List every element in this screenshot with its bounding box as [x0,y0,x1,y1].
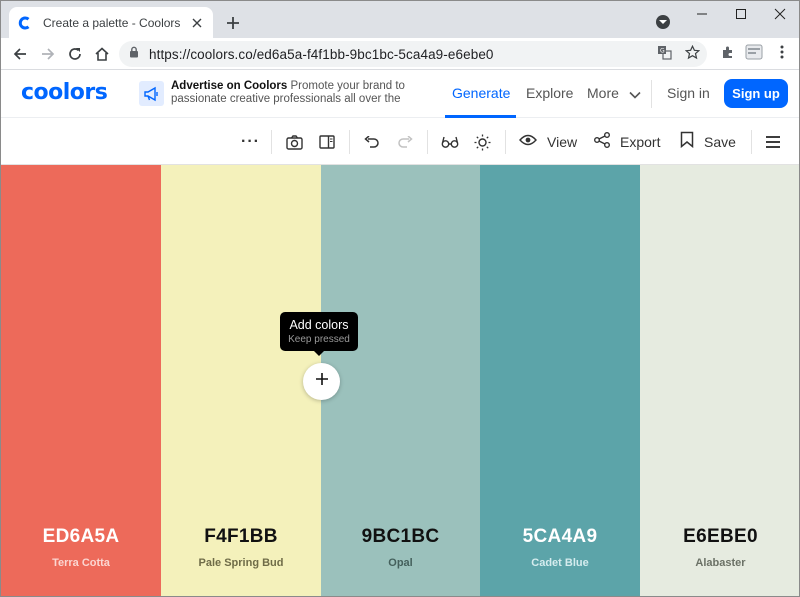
new-tab-icon[interactable] [223,13,243,33]
reload-icon[interactable] [65,44,85,64]
hex-code[interactable]: 9BC1BC [321,526,480,548]
hex-code[interactable]: E6EBE0 [640,526,799,548]
glasses-icon[interactable] [441,131,459,153]
sign-in-link[interactable]: Sign in [667,85,710,101]
toolbar-separator [505,130,506,154]
save-label: Save [704,134,736,150]
bookmark-star-icon[interactable] [684,44,700,60]
add-color-button[interactable] [303,363,340,400]
translate-icon[interactable]: G [656,44,672,60]
share-icon [594,131,610,153]
coolors-logo[interactable]: coolors [21,80,108,105]
color-palette: ED6A5A Terra Cotta F4F1BB Pale Spring Bu… [1,165,799,596]
browser-window: Create a palette - Coolors https://coolo… [0,0,800,597]
toolbar-separator [427,130,428,154]
lock-icon [129,45,139,63]
nav-more[interactable]: More [587,85,641,102]
minimize-icon[interactable] [691,5,713,23]
ad-title: Advertise on Coolors [171,80,288,92]
redo-icon[interactable] [397,131,413,153]
browser-menu-icon[interactable] [774,44,790,60]
tab-strip: Create a palette - Coolors [1,1,799,38]
megaphone-icon[interactable] [139,81,164,106]
hex-code[interactable]: ED6A5A [1,526,161,548]
browser-toolbar: https://coolors.co/ed6a5a-f4f1bb-9bc1bc-… [1,38,799,70]
sign-up-button[interactable]: Sign up [724,79,788,108]
color-name[interactable]: Terra Cotta [1,557,161,569]
address-bar[interactable]: https://coolors.co/ed6a5a-f4f1bb-9bc1bc-… [119,41,707,67]
home-icon[interactable] [92,44,112,64]
sun-adjust-icon[interactable] [474,131,491,153]
export-label: Export [620,134,661,150]
palette-toolbar: ··· View Export Save [1,118,799,165]
coolors-favicon-icon [17,15,33,31]
export-button[interactable]: Export [594,131,660,153]
sidebar-panel-icon[interactable] [319,131,335,153]
close-window-icon[interactable] [769,5,791,23]
toolbar-separator [271,130,272,154]
nav-more-label: More [587,85,619,101]
hex-code[interactable]: F4F1BB [161,526,321,548]
color-name[interactable]: Opal [321,557,480,569]
view-button[interactable]: View [519,131,577,153]
color-swatch-5[interactable]: E6EBE0 Alabaster [640,165,799,596]
nav-generate[interactable]: Generate [452,85,510,101]
color-swatch-4[interactable]: 5CA4A9 Cadet Blue [480,165,640,596]
browser-tab[interactable]: Create a palette - Coolors [9,7,213,38]
maximize-icon[interactable] [730,5,752,23]
toolbar-separator [349,130,350,154]
color-name[interactable]: Cadet Blue [480,557,640,569]
hamburger-menu-icon[interactable] [765,131,781,153]
tab-search-icon[interactable] [656,15,670,29]
back-icon[interactable] [10,44,30,64]
tab-title: Create a palette - Coolors [43,15,181,30]
undo-icon[interactable] [364,131,380,153]
extensions-icon[interactable] [719,44,735,60]
header-divider [651,80,652,108]
site-header: coolors Advertise on Coolors Promote you… [1,70,799,118]
color-swatch-3[interactable]: 9BC1BC Opal [321,165,480,596]
eye-icon [519,133,537,151]
tooltip-title: Add colors [289,318,349,332]
color-swatch-2[interactable]: F4F1BB Pale Spring Bud [161,165,321,596]
chevron-down-icon [629,86,641,102]
bookmark-icon [680,131,694,153]
profile-avatar-icon[interactable] [744,44,764,60]
color-name[interactable]: Pale Spring Bud [161,557,321,569]
tooltip-subtitle: Keep pressed [288,334,350,345]
save-button[interactable]: Save [680,131,736,153]
plus-icon [315,372,329,391]
url-text: https://coolors.co/ed6a5a-f4f1bb-9bc1bc-… [149,46,494,62]
camera-icon[interactable] [286,131,303,153]
view-label: View [547,134,578,150]
add-colors-tooltip: Add colors Keep pressed [280,312,358,356]
more-options-button[interactable]: ··· [241,131,260,153]
close-tab-icon[interactable] [189,15,205,31]
color-name[interactable]: Alabaster [640,557,799,569]
hex-code[interactable]: 5CA4A9 [480,526,640,548]
svg-text:G: G [660,47,665,54]
toolbar-separator [751,130,752,154]
forward-icon[interactable] [38,44,58,64]
nav-explore[interactable]: Explore [526,85,573,101]
advertise-banner[interactable]: Advertise on Coolors Promote your brand … [171,80,421,106]
color-swatch-1[interactable]: ED6A5A Terra Cotta [1,165,161,596]
